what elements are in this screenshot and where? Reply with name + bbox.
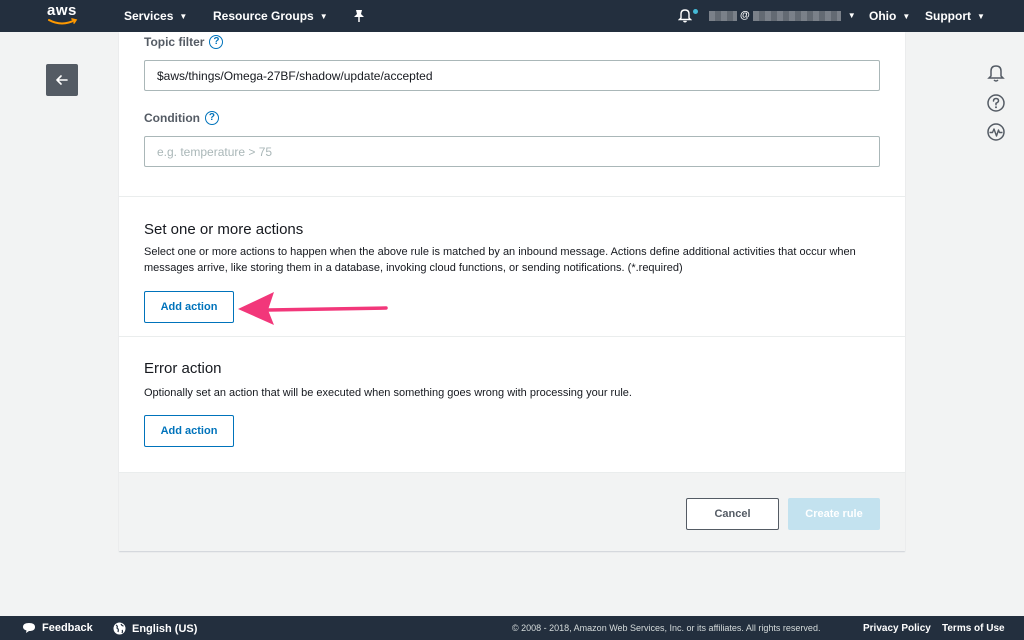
condition-label: Condition ?: [144, 111, 219, 125]
support-label: Support: [925, 9, 971, 23]
globe-icon: [113, 622, 126, 635]
topic-filter-input[interactable]: [144, 60, 880, 91]
language-selector[interactable]: English (US): [113, 622, 197, 635]
terms-label: Terms of Use: [942, 623, 1005, 634]
rule-query-section: Topic filter ? Condition ?: [119, 32, 905, 197]
services-menu[interactable]: Services ▼: [124, 9, 187, 23]
region-label: Ohio: [869, 9, 897, 23]
redacted-account-id: [752, 10, 841, 21]
account-menu[interactable]: @ ▼: [709, 10, 856, 21]
actions-title: Set one or more actions: [144, 221, 304, 238]
language-label: English (US): [132, 622, 198, 635]
info-icon[interactable]: ?: [209, 35, 224, 49]
add-action-button[interactable]: Add action: [144, 291, 234, 323]
region-menu[interactable]: Ohio ▼: [869, 9, 910, 23]
activity-pulse-icon[interactable]: [986, 122, 1006, 142]
cancel-button[interactable]: Cancel: [686, 498, 779, 530]
terms-of-use-link[interactable]: Terms of Use: [942, 623, 1005, 634]
error-action-description: Optionally set an action that will be ex…: [144, 387, 632, 399]
resource-groups-label: Resource Groups: [213, 9, 314, 23]
help-icon[interactable]: [986, 93, 1006, 113]
form-footer: Cancel Create rule: [119, 473, 905, 551]
back-button[interactable]: [46, 64, 78, 96]
arrow-left-icon: [56, 75, 68, 85]
services-label: Services: [124, 9, 174, 23]
privacy-label: Privacy Policy: [863, 623, 931, 634]
topic-filter-label-text: Topic filter: [144, 35, 205, 49]
top-navigation: aws Services ▼ Resource Groups ▼ @ ▼ Ohi…: [0, 0, 1024, 32]
aws-smile-icon: [48, 18, 78, 25]
annotation-arrow-icon: [238, 292, 388, 325]
pin-icon[interactable]: [353, 9, 365, 23]
error-action-title: Error action: [144, 360, 222, 377]
feedback-link[interactable]: Feedback: [22, 622, 93, 634]
support-menu[interactable]: Support ▼: [925, 9, 985, 23]
account-at-sign: @: [740, 10, 750, 21]
condition-input[interactable]: [144, 136, 880, 167]
chevron-down-icon: ▼: [319, 11, 328, 21]
create-rule-button[interactable]: Create rule: [788, 498, 880, 530]
aws-logo[interactable]: aws: [47, 3, 81, 29]
error-action-section: Error action Optionally set an action th…: [119, 337, 905, 473]
notification-dot: [693, 9, 698, 14]
info-icon[interactable]: ?: [204, 111, 219, 125]
privacy-policy-link[interactable]: Privacy Policy: [863, 623, 931, 634]
add-error-action-button[interactable]: Add action: [144, 415, 234, 447]
aws-logo-text: aws: [47, 2, 77, 19]
copyright-text: © 2008 - 2018, Amazon Web Services, Inc.…: [512, 623, 821, 633]
actions-description: Select one or more actions to happen whe…: [144, 246, 856, 274]
chevron-down-icon: ▼: [977, 11, 985, 21]
bottom-footer: Feedback English (US) © 2008 - 2018, Ama…: [0, 616, 1024, 640]
redacted-username: [709, 10, 737, 21]
condition-label-text: Condition: [144, 111, 200, 125]
resource-groups-menu[interactable]: Resource Groups ▼: [213, 9, 328, 23]
topic-filter-label: Topic filter ?: [144, 35, 224, 49]
notifications-bell-icon[interactable]: [678, 8, 692, 23]
chevron-down-icon: ▼: [847, 11, 856, 20]
chevron-down-icon: ▼: [179, 11, 188, 21]
chevron-down-icon: ▼: [902, 11, 911, 21]
notifications-bell-icon[interactable]: [986, 63, 1006, 83]
feedback-label: Feedback: [42, 622, 93, 634]
chat-bubble-icon: [23, 623, 35, 633]
